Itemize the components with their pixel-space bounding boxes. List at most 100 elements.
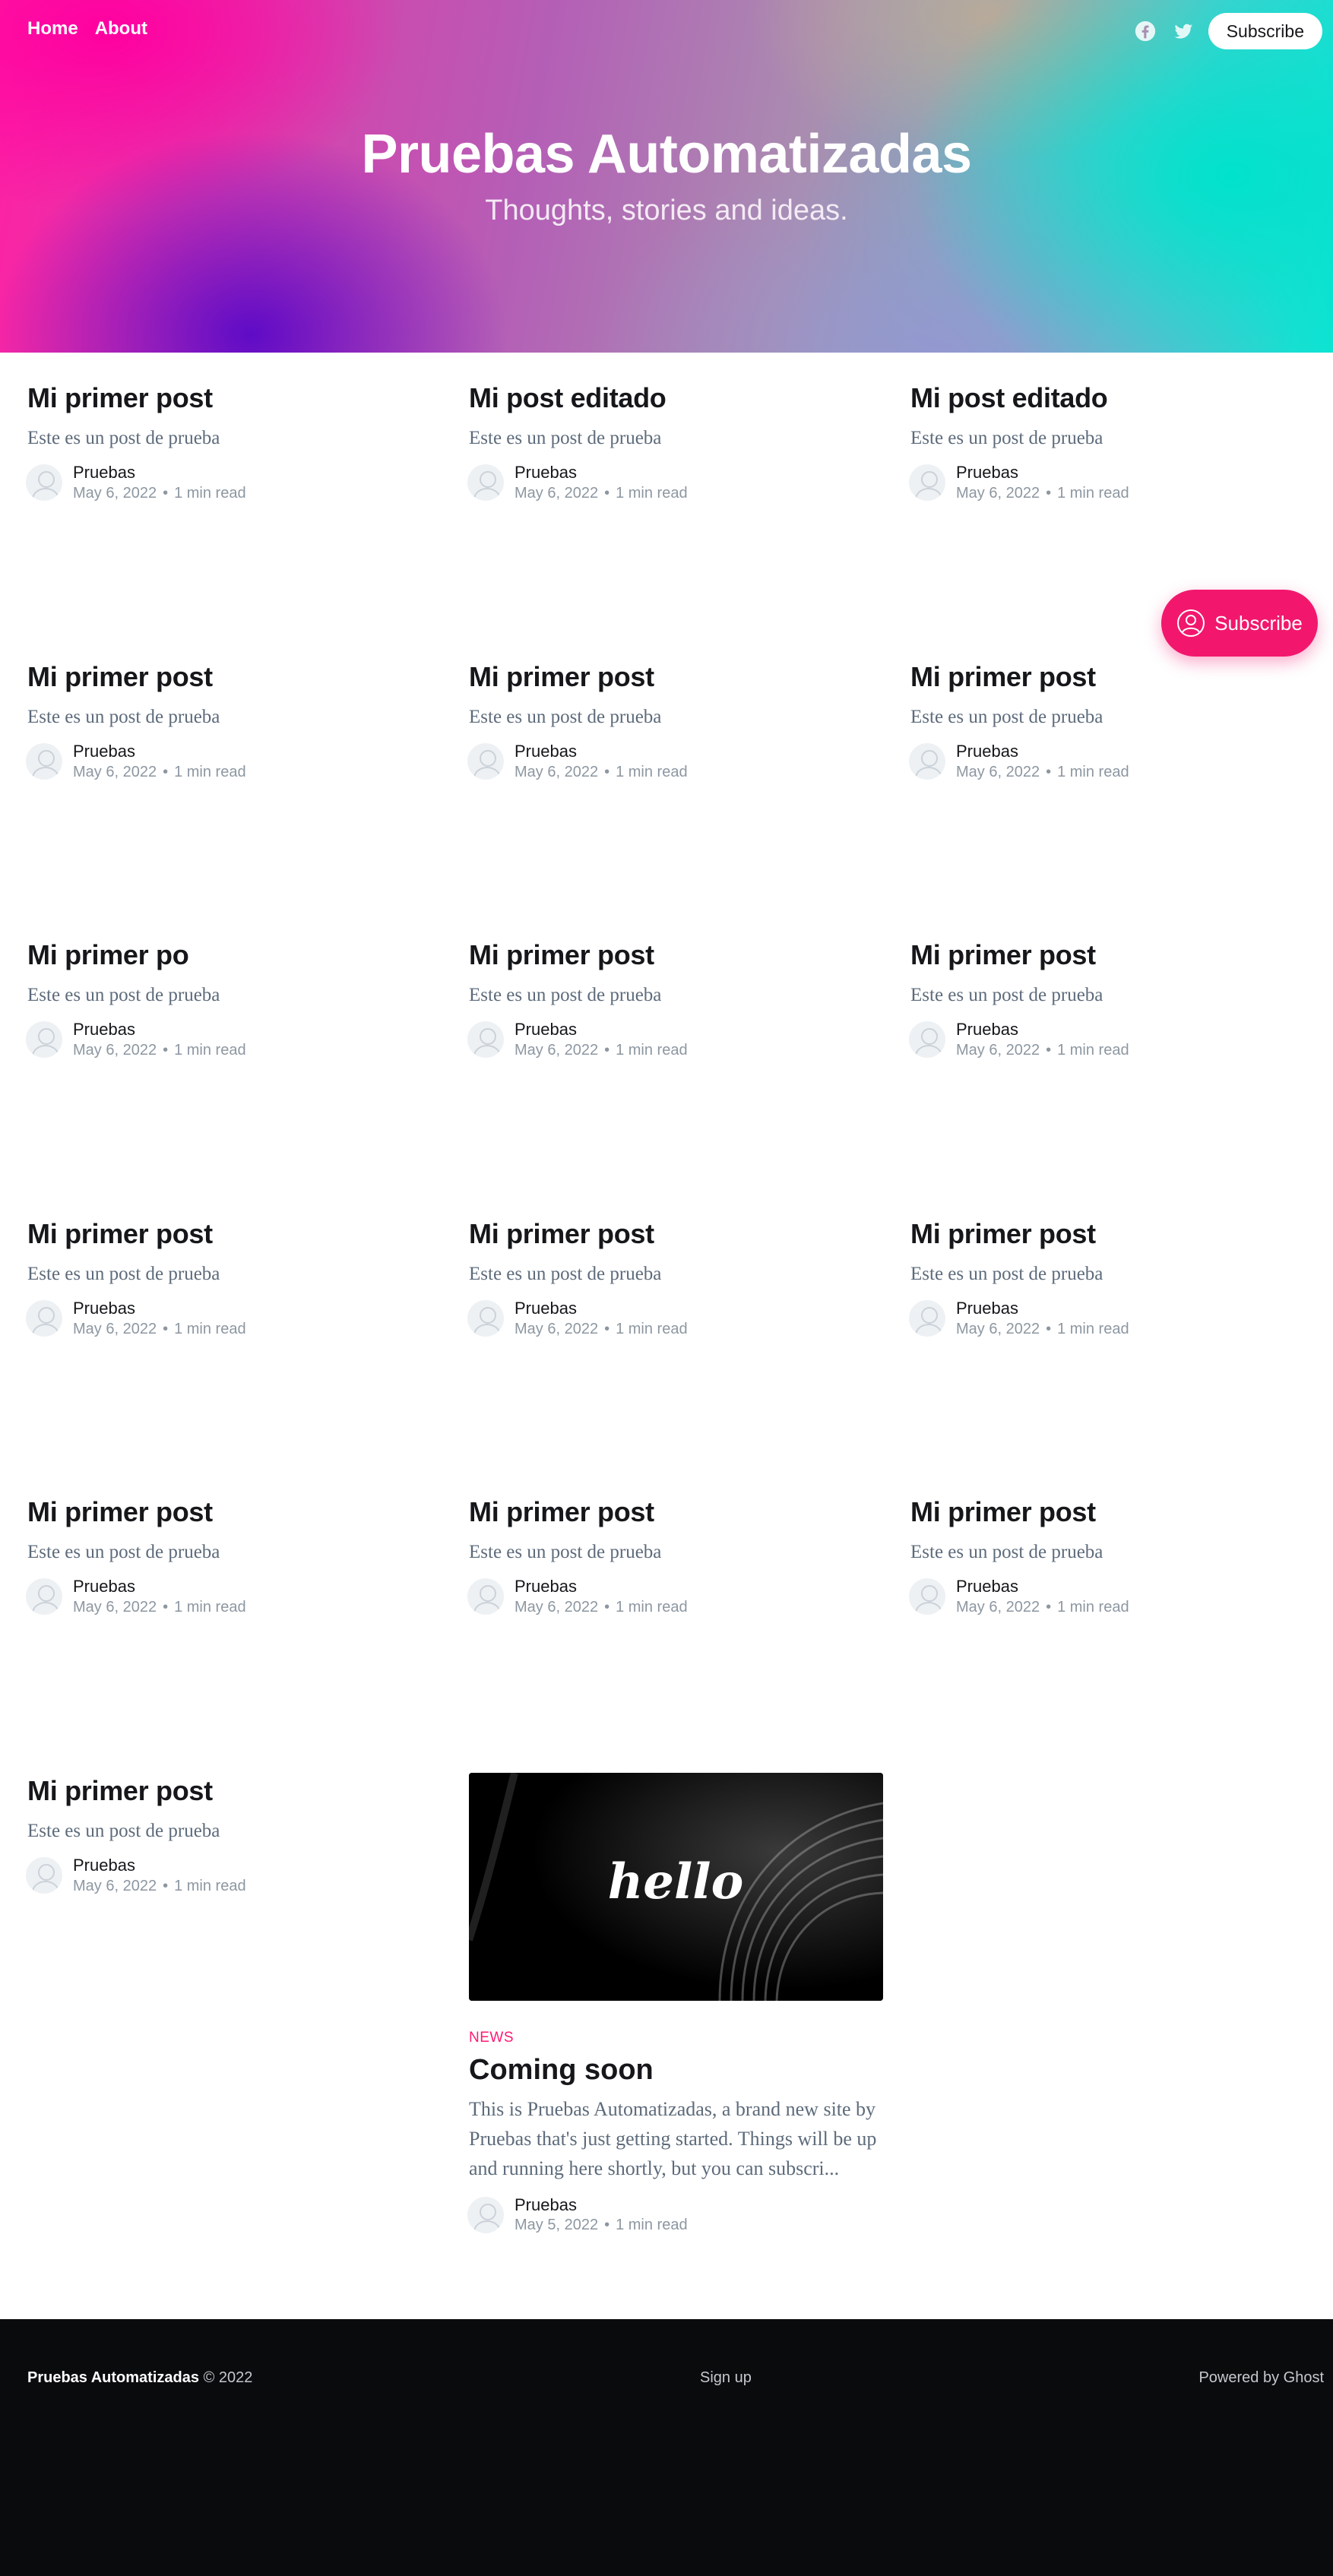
post-author[interactable]: Pruebas	[515, 1299, 688, 1318]
post-card[interactable]: Mi primer post Este es un post de prueba P…	[24, 381, 442, 503]
post-excerpt: Este es un post de prueba	[469, 1264, 662, 1285]
post-feature-image[interactable]: hello	[469, 1773, 883, 2001]
post-author[interactable]: Pruebas	[73, 463, 246, 483]
author-avatar-icon[interactable]	[24, 1299, 64, 1339]
post-card[interactable]: Mi post editado Este es un post de prueba…	[466, 381, 883, 503]
post-author[interactable]: Pruebas	[515, 1577, 688, 1597]
post-author[interactable]: Pruebas	[73, 1577, 246, 1597]
post-excerpt: Este es un post de prueba	[27, 1542, 220, 1563]
post-meta: Pruebas May 6, 2022 • 1 min read	[466, 742, 883, 782]
author-avatar-icon[interactable]	[466, 1577, 505, 1617]
post-meta: Pruebas May 6, 2022 • 1 min read	[466, 1299, 883, 1339]
post-author[interactable]: Pruebas	[515, 2195, 688, 2215]
footer-signup-link[interactable]: Sign up	[700, 2369, 752, 2387]
post-title[interactable]: Mi primer post	[469, 1217, 883, 1250]
post-meta: Pruebas May 6, 2022 • 1 min read	[466, 1020, 883, 1060]
post-excerpt: Este es un post de prueba	[469, 1542, 662, 1563]
author-avatar-icon[interactable]	[466, 2195, 505, 2236]
post-card-featured[interactable]: hello NEWS Coming soon This is Pruebas A…	[466, 1773, 883, 2236]
post-title[interactable]: Mi post editado	[910, 381, 1325, 414]
post-title[interactable]: Mi primer post	[910, 1217, 1325, 1250]
author-avatar-icon[interactable]	[907, 1020, 947, 1060]
author-avatar-icon[interactable]	[907, 742, 947, 782]
author-avatar-icon[interactable]	[466, 1020, 505, 1060]
post-excerpt: Este es un post de prueba	[469, 428, 662, 449]
footer-powered-link[interactable]: Powered by Ghost	[1198, 2369, 1324, 2387]
post-author[interactable]: Pruebas	[515, 742, 688, 761]
post-card[interactable]: Mi primer post Este es un post de prueba P…	[466, 1217, 883, 1339]
post-author[interactable]: Pruebas	[956, 1299, 1129, 1318]
author-avatar-icon[interactable]	[24, 463, 64, 503]
post-read-time: 1 min read	[1057, 763, 1129, 780]
floating-subscribe-button[interactable]: Subscribe	[1161, 590, 1318, 657]
post-title[interactable]: Mi primer post	[469, 938, 883, 971]
post-title[interactable]: Mi primer post	[27, 1495, 442, 1528]
post-title[interactable]: Mi primer post	[910, 1495, 1325, 1528]
post-title[interactable]: Mi post editado	[469, 381, 883, 414]
post-date-line: May 6, 2022 • 1 min read	[515, 1597, 688, 1617]
post-card[interactable]: Mi primer post Este es un post de prueba P…	[466, 1495, 883, 1617]
facebook-icon[interactable]	[1132, 18, 1158, 44]
footer-site-link[interactable]: Pruebas Automatizadas	[27, 2369, 199, 2386]
post-card[interactable]: Mi primer post Este es un post de prueba P…	[466, 660, 883, 782]
post-title[interactable]: Coming soon	[469, 2054, 883, 2087]
author-avatar-icon[interactable]	[24, 1856, 64, 1896]
post-tag[interactable]: NEWS	[469, 2030, 883, 2046]
author-avatar-icon[interactable]	[907, 1299, 947, 1339]
bullet-separator: •	[1046, 763, 1052, 780]
author-avatar-icon[interactable]	[466, 1299, 505, 1339]
author-avatar-icon[interactable]	[907, 1577, 947, 1617]
post-read-time: 1 min read	[174, 763, 246, 780]
author-avatar-icon[interactable]	[466, 463, 505, 503]
post-card[interactable]: Mi primer post Este es un post de prueba P…	[907, 1495, 1325, 1617]
post-card[interactable]: Mi primer post Este es un post de prueba P…	[24, 1217, 442, 1339]
header-subscribe-button[interactable]: Subscribe	[1208, 13, 1322, 49]
post-date: May 5, 2022	[515, 2217, 599, 2234]
author-avatar-icon[interactable]	[466, 742, 505, 782]
post-author[interactable]: Pruebas	[956, 742, 1129, 761]
site-description: Thoughts, stories and ideas.	[485, 195, 848, 226]
post-author[interactable]: Pruebas	[73, 1020, 246, 1040]
post-title[interactable]: Mi primer post	[27, 1217, 442, 1250]
post-author[interactable]: Pruebas	[515, 1020, 688, 1040]
post-card[interactable]: Mi primer po Este es un post de prueba Pru…	[24, 938, 442, 1060]
post-author[interactable]: Pruebas	[956, 1577, 1129, 1597]
author-avatar-icon[interactable]	[24, 1577, 64, 1617]
post-author[interactable]: Pruebas	[515, 463, 688, 483]
author-avatar-icon[interactable]	[24, 1020, 64, 1060]
nav-home-link[interactable]: Home	[27, 18, 78, 40]
post-date-line: May 6, 2022 • 1 min read	[73, 483, 246, 503]
post-card[interactable]: Mi primer post Este es un post de prueba P…	[466, 938, 883, 1060]
post-date: May 6, 2022	[73, 1598, 157, 1616]
post-author[interactable]: Pruebas	[73, 1299, 246, 1318]
post-card[interactable]: Mi primer post Este es un post de prueba P…	[24, 1774, 442, 1896]
post-card[interactable]: Mi primer post Este es un post de prueba P…	[24, 660, 442, 782]
post-title[interactable]: Mi primer post	[27, 381, 442, 414]
post-title[interactable]: Mi primer post	[469, 660, 883, 693]
post-author[interactable]: Pruebas	[73, 742, 246, 761]
post-title[interactable]: Mi primer post	[910, 938, 1325, 971]
post-card[interactable]: Mi primer post Este es un post de prueba P…	[24, 1495, 442, 1617]
post-title[interactable]: Mi primer post	[27, 1774, 442, 1807]
post-date-line: May 6, 2022 • 1 min read	[73, 762, 246, 782]
author-avatar-icon[interactable]	[907, 463, 947, 503]
post-card[interactable]: Mi primer post Este es un post de prueba P…	[907, 938, 1325, 1060]
author-avatar-icon[interactable]	[24, 742, 64, 782]
post-card[interactable]: Mi primer post Este es un post de prueba P…	[907, 1217, 1325, 1339]
nav-about-link[interactable]: About	[95, 18, 147, 40]
post-read-time: 1 min read	[616, 2217, 688, 2234]
post-title[interactable]: Mi primer post	[469, 1495, 883, 1528]
post-card[interactable]: Mi primer post Este es un post de prueba P…	[907, 660, 1325, 782]
post-read-time: 1 min read	[616, 1320, 688, 1337]
twitter-icon[interactable]	[1170, 18, 1196, 44]
footer-year: © 2022	[203, 2369, 253, 2386]
post-meta: Pruebas May 6, 2022 • 1 min read	[24, 463, 442, 503]
post-title[interactable]: Mi primer post	[27, 660, 442, 693]
post-title[interactable]: Mi primer po	[27, 938, 442, 971]
post-author[interactable]: Pruebas	[956, 1020, 1129, 1040]
post-author[interactable]: Pruebas	[956, 463, 1129, 483]
post-read-time: 1 min read	[174, 1598, 246, 1616]
post-card[interactable]: Mi post editado Este es un post de prueba…	[907, 381, 1325, 503]
post-title[interactable]: Mi primer post	[910, 660, 1325, 693]
post-author[interactable]: Pruebas	[73, 1856, 246, 1875]
